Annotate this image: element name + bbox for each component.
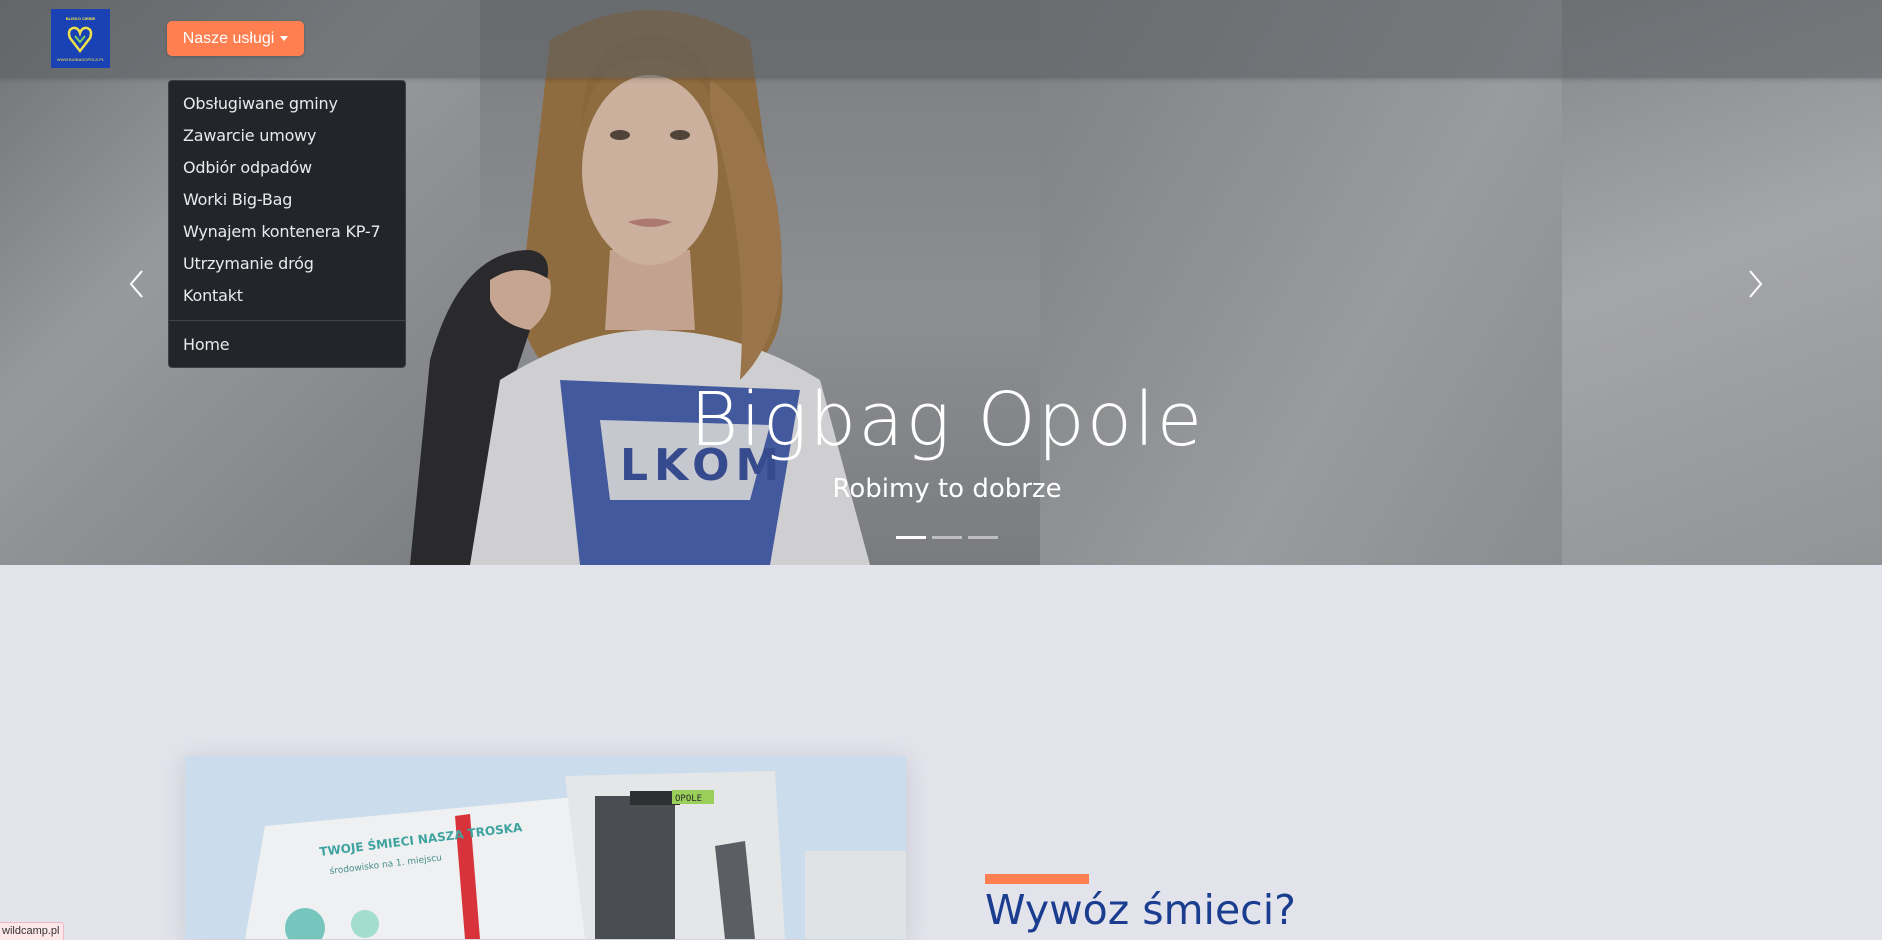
logo-bottom-text: WWW.BIGBAGOPOLE.PL <box>56 57 105 62</box>
hero-subtitle: Robimy to dobrze <box>832 474 1062 504</box>
menu-item-kontakt[interactable]: Kontakt <box>183 280 403 312</box>
menu-item-odbior-odpadow[interactable]: Odbiór odpadów <box>183 152 403 184</box>
menu-item-obslugiwane-gminy[interactable]: Obsługiwane gminy <box>183 88 403 120</box>
menu-divider <box>169 320 405 321</box>
caret-down-icon <box>280 36 289 41</box>
logo-top-text: BLISKO CIEBIE <box>65 16 96 21</box>
truck-plate-text: OPOLE <box>675 794 702 804</box>
browser-status-bar: wildcamp.pl <box>0 922 65 940</box>
menu-item-wynajem-kontenera[interactable]: Wynajem kontenera KP-7 <box>183 216 403 248</box>
services-dropdown-menu: Obsługiwane gminy Zawarcie umowy Odbiór … <box>168 80 406 368</box>
recycle-heart-icon <box>67 26 93 54</box>
garbage-truck-image: OPOLE TWOJE ŚMIECI NASZA TROSKA środowis… <box>185 756 906 939</box>
carousel-prev-button[interactable] <box>126 266 148 302</box>
site-logo[interactable]: BLISKO CIEBIE WWW.BIGBAGOPOLE.PL <box>51 9 110 68</box>
menu-item-home[interactable]: Home <box>183 329 403 361</box>
menu-item-utrzymanie-drog[interactable]: Utrzymanie dróg <box>183 248 403 280</box>
carousel-indicators <box>896 536 998 540</box>
chevron-right-icon <box>1749 270 1763 298</box>
top-navbar: BLISKO CIEBIE WWW.BIGBAGOPOLE.PL Nasze u… <box>0 0 1882 78</box>
services-dropdown-button[interactable]: Nasze usługi <box>167 21 304 56</box>
chevron-left-icon <box>129 270 143 298</box>
carousel-indicator-1[interactable] <box>896 536 926 539</box>
services-button-label: Nasze usługi <box>182 29 275 47</box>
menu-item-zawarcie-umowy[interactable]: Zawarcie umowy <box>183 120 403 152</box>
carousel-indicator-3[interactable] <box>968 536 998 539</box>
carousel-next-button[interactable] <box>1744 266 1766 302</box>
carousel-indicator-2[interactable] <box>932 536 962 539</box>
section-heading: Wywóz śmieci? <box>985 886 1296 934</box>
hero-title: Bigbag Opole <box>689 377 1205 463</box>
menu-item-worki-big-bag[interactable]: Worki Big-Bag <box>183 184 403 216</box>
